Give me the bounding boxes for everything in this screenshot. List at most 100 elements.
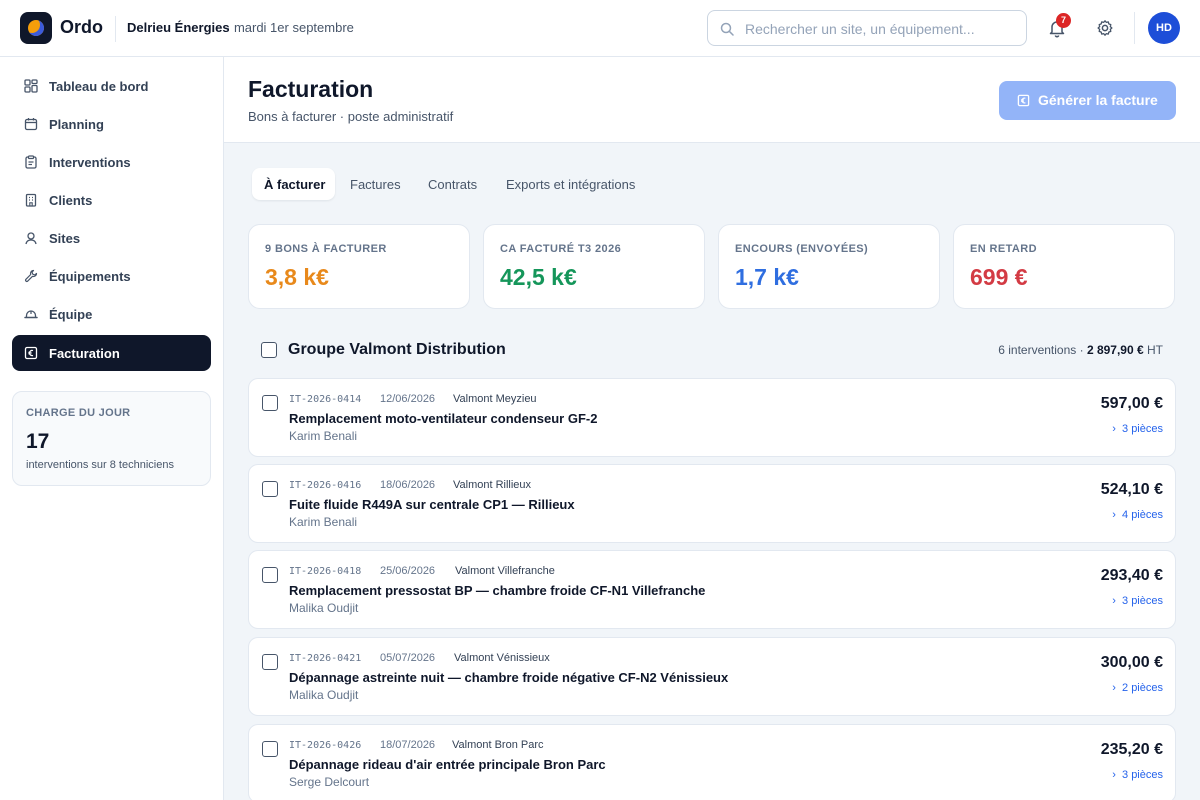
page-header: Facturation Bons à facturer · poste admi… (224, 57, 1200, 143)
parts-link[interactable]: › 3 pièces (1112, 595, 1163, 607)
search-input[interactable]: Rechercher un site, un équipement... (707, 10, 1027, 46)
sidebar-item-dashboard[interactable]: Tableau de bord (12, 68, 211, 104)
intervention-amount: 597,00 € (1100, 395, 1163, 412)
brand-name: Ordo (60, 17, 103, 37)
stat-value: 1,7 k€ (735, 264, 799, 290)
intervention-title: Remplacement moto-ventilateur condenseur… (289, 411, 598, 426)
stat-card-overdue: EN RETARD 699 € (953, 224, 1175, 309)
tab-label: Contrats (428, 177, 478, 192)
tab-a-facturer[interactable]: À facturer (252, 168, 335, 200)
parts-link[interactable]: › 2 pièces (1112, 682, 1163, 694)
sidebar-item-label: Planning (49, 117, 104, 132)
calendar-icon (24, 118, 38, 131)
generate-invoice-button[interactable]: Générer la facture (999, 81, 1176, 120)
parts-count: 3 pièces (1122, 769, 1163, 781)
company-name: Delrieu Énergies (127, 20, 230, 35)
sidebar-item-label: Interventions (49, 155, 131, 170)
search-placeholder: Rechercher un site, un équipement... (745, 21, 975, 37)
intervention-site: Valmont Vénissieux (454, 652, 550, 664)
building-icon (25, 193, 37, 207)
chevron-right-icon: › (1112, 769, 1123, 781)
intervention-technician: Karim Benali (289, 429, 358, 443)
logo-icon[interactable] (20, 12, 52, 44)
tab-label: Exports et intégrations (506, 177, 636, 192)
chevron-right-icon: › (1112, 682, 1123, 694)
group-select-checkbox[interactable] (261, 342, 277, 358)
intervention-date: 25/06/2026 (380, 565, 436, 577)
sidebar-item-planning[interactable]: Planning (12, 106, 211, 142)
sidebar-item-interventions[interactable]: Interventions (12, 144, 211, 180)
intervention-row[interactable]: IT-2026-0421 05/07/2026 Valmont Vénissie… (248, 637, 1176, 716)
row-checkbox[interactable] (262, 741, 278, 757)
tab-exports[interactable]: Exports et intégrations (506, 168, 646, 200)
intervention-site: Valmont Rillieux (453, 479, 532, 491)
notification-badge: 7 (1056, 13, 1071, 28)
divider (115, 16, 116, 42)
intervention-amount: 524,10 € (1100, 481, 1163, 498)
stat-label: 9 BONS À FACTURER (265, 243, 387, 255)
daily-load-value: 17 (26, 430, 50, 453)
stat-value: 3,8 k€ (265, 264, 329, 290)
tab-label: À facturer (264, 177, 326, 192)
gear-icon[interactable] (1096, 19, 1114, 37)
group-title: Groupe Valmont Distribution (288, 341, 506, 358)
sidebar-item-equipements[interactable]: Équipements (12, 258, 211, 294)
intervention-site: Valmont Bron Parc (452, 739, 544, 751)
group-total-suffix: HT (1143, 343, 1163, 357)
tab-factures[interactable]: Factures (350, 168, 410, 200)
generate-invoice-label: Générer la facture (1038, 92, 1158, 108)
stat-card-revenue: CA FACTURÉ T3 2026 42,5 k€ (483, 224, 705, 309)
sidebar: Tableau de bord Planning Interventions C… (0, 57, 224, 800)
intervention-title: Remplacement pressostat BP — chambre fro… (289, 583, 706, 598)
tab-contrats[interactable]: Contrats (428, 168, 488, 200)
intervention-row[interactable]: IT-2026-0416 18/06/2026 Valmont Rillieux… (248, 464, 1176, 543)
parts-count: 3 pièces (1122, 423, 1163, 435)
current-date: · mardi 1er septembre (226, 20, 354, 35)
intervention-row[interactable]: IT-2026-0426 18/07/2026 Valmont Bron Par… (248, 724, 1176, 800)
parts-link[interactable]: › 3 pièces (1112, 769, 1163, 781)
sidebar-item-sites[interactable]: Sites (12, 220, 211, 256)
user-avatar[interactable]: HD (1148, 12, 1180, 44)
invoice-icon (1017, 94, 1030, 107)
intervention-title: Dépannage astreinte nuit — chambre froid… (289, 670, 729, 685)
stat-value: 42,5 k€ (500, 264, 577, 290)
sidebar-item-facturation[interactable]: Facturation (12, 335, 211, 371)
stat-label: ENCOURS (ENVOYÉES) (735, 243, 869, 255)
parts-link[interactable]: › 4 pièces (1112, 509, 1163, 521)
page-title: Facturation (248, 76, 374, 102)
tab-label: Factures (350, 177, 401, 192)
clipboard-icon (25, 155, 37, 169)
row-checkbox[interactable] (262, 481, 278, 497)
row-checkbox[interactable] (262, 567, 278, 583)
sidebar-item-label: Facturation (49, 346, 120, 361)
row-checkbox[interactable] (262, 654, 278, 670)
intervention-code: IT-2026-0426 (289, 740, 362, 751)
chevron-right-icon: › (1112, 595, 1123, 607)
intervention-row[interactable]: IT-2026-0414 12/06/2026 Valmont Meyzieu … (248, 378, 1176, 457)
intervention-site: Valmont Meyzieu (453, 393, 537, 405)
intervention-code: IT-2026-0416 (289, 480, 362, 491)
intervention-date: 18/07/2026 (380, 739, 436, 751)
euro-icon (24, 346, 38, 360)
intervention-technician: Karim Benali (289, 515, 358, 529)
stat-card-outstanding: ENCOURS (ENVOYÉES) 1,7 k€ (718, 224, 940, 309)
intervention-amount: 235,20 € (1100, 741, 1163, 758)
row-checkbox[interactable] (262, 395, 278, 411)
daily-load-title: CHARGE DU JOUR (26, 407, 131, 419)
sidebar-item-clients[interactable]: Clients (12, 182, 211, 218)
parts-count: 3 pièces (1122, 595, 1163, 607)
intervention-row[interactable]: IT-2026-0418 25/06/2026 Valmont Villefra… (248, 550, 1176, 629)
parts-link[interactable]: › 3 pièces (1112, 423, 1163, 435)
intervention-amount: 293,40 € (1100, 567, 1163, 584)
search-icon (720, 22, 734, 36)
stat-label: CA FACTURÉ T3 2026 (500, 243, 622, 255)
stat-label: EN RETARD (970, 243, 1037, 255)
map-pin-icon (25, 232, 37, 245)
intervention-code: IT-2026-0414 (289, 394, 362, 405)
stat-value: 699 € (970, 264, 1028, 290)
sidebar-item-label: Tableau de bord (49, 79, 149, 94)
divider (1134, 12, 1135, 44)
sidebar-item-equipe[interactable]: Équipe (12, 296, 211, 332)
grid-icon (24, 79, 38, 93)
intervention-site: Valmont Villefranche (455, 565, 555, 577)
